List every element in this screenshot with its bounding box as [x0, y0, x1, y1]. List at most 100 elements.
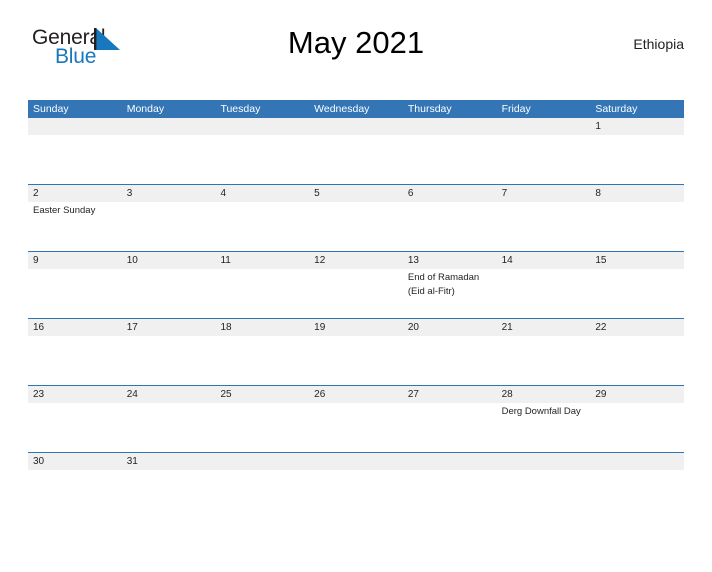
day-number-empty [309, 453, 403, 470]
day-number-24[interactable]: 24 [122, 386, 216, 403]
day-events-9 [28, 269, 122, 318]
day-events-22 [590, 336, 684, 385]
day-events-19 [309, 336, 403, 385]
day-events-31 [122, 470, 216, 519]
day-events-18 [215, 336, 309, 385]
calendar-week-row: 23 24 25 26 27 28 29 Derg Downfall Day [28, 385, 684, 452]
day-number-27[interactable]: 27 [403, 386, 497, 403]
day-events-28[interactable]: Derg Downfall Day [497, 403, 591, 452]
day-events-empty [309, 135, 403, 184]
day-number-empty [497, 118, 591, 135]
day-events-23 [28, 403, 122, 452]
day-number-1[interactable]: 1 [590, 118, 684, 135]
country-label: Ethiopia [633, 36, 684, 52]
calendar-weeks: 1 2 3 4 5 6 7 8 Easter Sunday 9 10 11 12 13 14 15 End of… [28, 118, 684, 519]
day-events-empty [28, 135, 122, 184]
day-events-11 [215, 269, 309, 318]
day-events-2[interactable]: Easter Sunday [28, 202, 122, 251]
day-events-14 [497, 269, 591, 318]
day-events-30 [28, 470, 122, 519]
event-label: Derg Downfall Day [501, 406, 581, 417]
week-event-band [28, 470, 684, 519]
day-events-16 [28, 336, 122, 385]
day-events-12 [309, 269, 403, 318]
calendar-week-row: 2 3 4 5 6 7 8 Easter Sunday [28, 184, 684, 251]
day-number-16[interactable]: 16 [28, 319, 122, 336]
day-number-empty [309, 118, 403, 135]
weekday-header-thursday: Thursday [407, 103, 452, 115]
day-number-23[interactable]: 23 [28, 386, 122, 403]
day-number-5[interactable]: 5 [309, 185, 403, 202]
day-events-7 [497, 202, 591, 251]
day-events-13[interactable]: End of Ramadan (Eid al-Fitr) [403, 269, 497, 318]
day-number-28[interactable]: 28 [497, 386, 591, 403]
day-events-21 [497, 336, 591, 385]
day-number-25[interactable]: 25 [215, 386, 309, 403]
day-number-empty [403, 453, 497, 470]
day-number-empty [215, 453, 309, 470]
day-events-empty [403, 470, 497, 519]
day-number-2[interactable]: 2 [28, 185, 122, 202]
day-events-5 [309, 202, 403, 251]
day-events-3 [122, 202, 216, 251]
day-events-empty [590, 470, 684, 519]
week-event-band: Derg Downfall Day [28, 403, 684, 452]
day-number-19[interactable]: 19 [309, 319, 403, 336]
day-events-10 [122, 269, 216, 318]
day-number-empty [28, 118, 122, 135]
event-label: Easter Sunday [33, 205, 96, 216]
day-number-29[interactable]: 29 [590, 386, 684, 403]
calendar-page: General Blue May 2021 Ethiopia Sunday Mon… [0, 22, 712, 572]
day-number-10[interactable]: 10 [122, 252, 216, 269]
week-date-band: 30 31 [28, 453, 684, 470]
day-number-30[interactable]: 30 [28, 453, 122, 470]
day-number-31[interactable]: 31 [122, 453, 216, 470]
day-number-6[interactable]: 6 [403, 185, 497, 202]
day-number-empty [590, 453, 684, 470]
day-number-13[interactable]: 13 [403, 252, 497, 269]
day-number-3[interactable]: 3 [122, 185, 216, 202]
day-events-empty [215, 470, 309, 519]
day-events-empty [497, 135, 591, 184]
day-number-12[interactable]: 12 [309, 252, 403, 269]
week-date-band: 23 24 25 26 27 28 29 [28, 386, 684, 403]
day-number-22[interactable]: 22 [590, 319, 684, 336]
weekday-header-sunday: Sunday [33, 103, 69, 115]
day-number-7[interactable]: 7 [497, 185, 591, 202]
day-events-1 [590, 135, 684, 184]
weekday-header-tuesday: Tuesday [220, 103, 261, 115]
week-event-band: End of Ramadan (Eid al-Fitr) [28, 269, 684, 318]
day-number-26[interactable]: 26 [309, 386, 403, 403]
day-number-15[interactable]: 15 [590, 252, 684, 269]
calendar-week-row: 1 [28, 118, 684, 184]
weekday-header-wednesday: Wednesday [314, 103, 370, 115]
day-events-26 [309, 403, 403, 452]
day-events-24 [122, 403, 216, 452]
weekday-header-friday: Friday [501, 103, 531, 115]
day-events-27 [403, 403, 497, 452]
day-number-8[interactable]: 8 [590, 185, 684, 202]
day-number-21[interactable]: 21 [497, 319, 591, 336]
day-events-6 [403, 202, 497, 251]
calendar-week-row: 9 10 11 12 13 14 15 End of Ramadan (Eid al-Fitr) [28, 251, 684, 318]
page-header: General Blue May 2021 Ethiopia [28, 22, 684, 74]
day-events-empty [403, 135, 497, 184]
day-number-empty [497, 453, 591, 470]
day-number-20[interactable]: 20 [403, 319, 497, 336]
week-event-band [28, 336, 684, 385]
day-number-18[interactable]: 18 [215, 319, 309, 336]
day-events-8 [590, 202, 684, 251]
day-number-9[interactable]: 9 [28, 252, 122, 269]
day-number-11[interactable]: 11 [215, 252, 309, 269]
day-events-empty [309, 470, 403, 519]
day-number-empty [122, 118, 216, 135]
day-number-4[interactable]: 4 [215, 185, 309, 202]
day-number-17[interactable]: 17 [122, 319, 216, 336]
week-date-band: 2345678 [28, 185, 684, 202]
day-events-empty [497, 470, 591, 519]
day-number-14[interactable]: 14 [497, 252, 591, 269]
week-date-band: 16 17 18 19 20 21 22 [28, 319, 684, 336]
week-event-band: Easter Sunday [28, 202, 684, 251]
week-event-band [28, 135, 684, 184]
day-events-4 [215, 202, 309, 251]
